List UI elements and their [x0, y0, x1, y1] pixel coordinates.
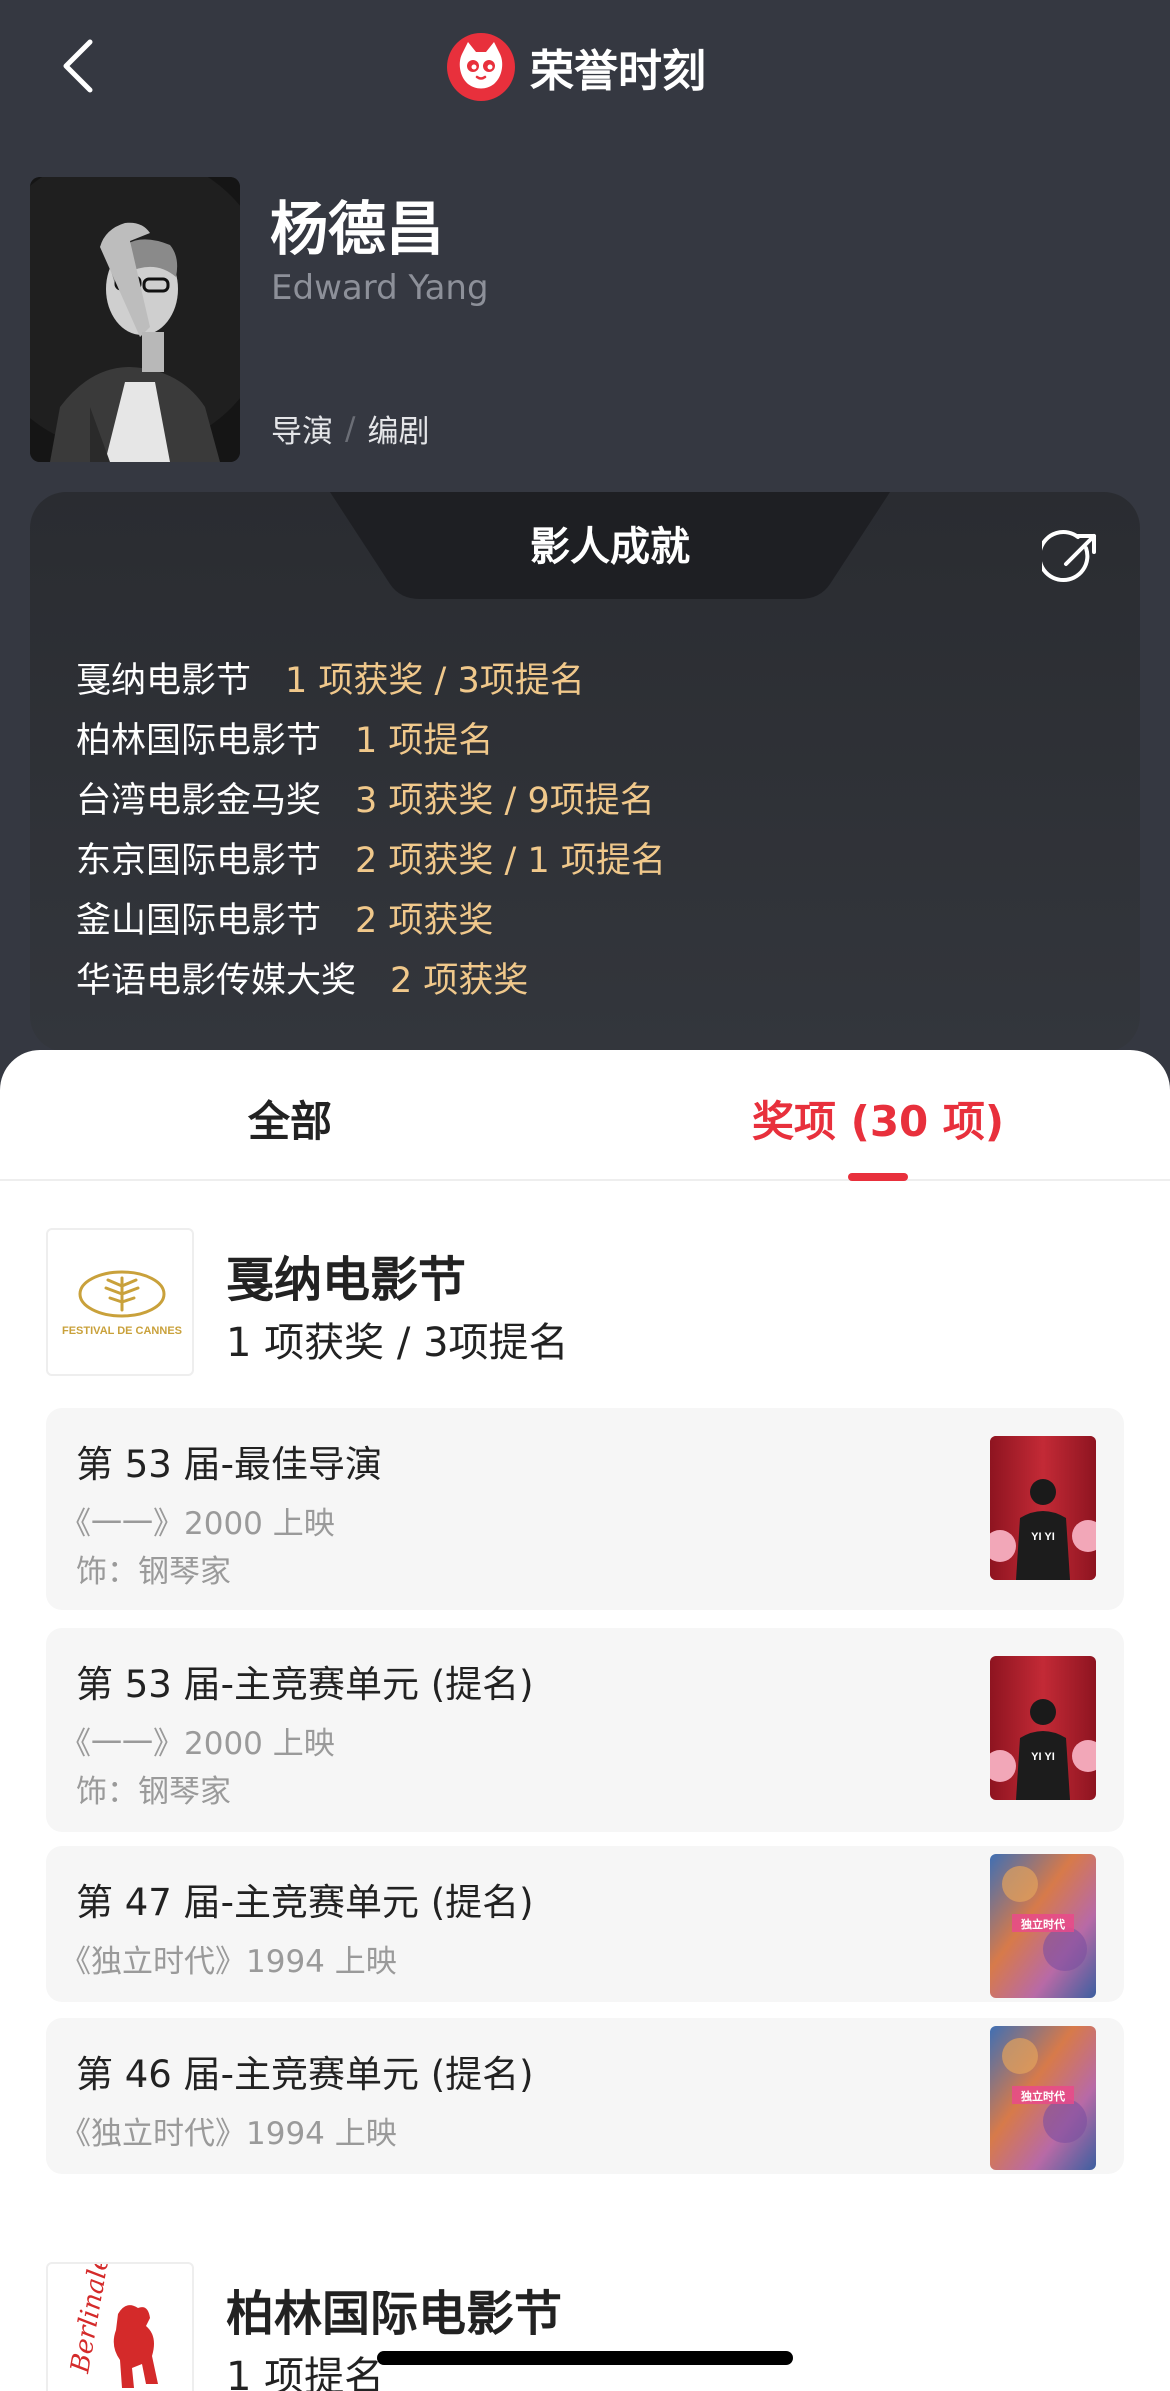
film-poster-confucian-confusion[interactable]: 独立时代 — [990, 1854, 1096, 1998]
achievement-stat: 2 项获奖 — [390, 960, 529, 1001]
berlinale-logo-text: Berlinale — [65, 2264, 115, 2376]
active-tab-indicator — [848, 1173, 908, 1181]
berlinale-logo: Berlinale — [46, 2262, 194, 2391]
achievement-festival: 东京国际电影节 — [76, 840, 322, 881]
awards-sheet: 全部 奖项 (30 项) FESTIVAL DE CANNES 戛纳电影节 1 … — [0, 1050, 1170, 2391]
award-item[interactable]: 第 53 届-主竞赛单元 (提名) 《一一》2000 上映 饰：钢琴家 YI Y… — [46, 1628, 1124, 1832]
achievement-row: 柏林国际电影节 1 项提名 — [76, 707, 666, 767]
award-title: 第 47 届-主竞赛单元 (提名) — [76, 1881, 534, 1924]
festival-header[interactable]: FESTIVAL DE CANNES 戛纳电影节 1 项获奖 / 3项提名 — [46, 1228, 1126, 1378]
achievement-row: 华语电影传媒大奖 2 项获奖 — [76, 947, 666, 1007]
achievement-festival: 釜山国际电影节 — [76, 900, 322, 941]
role-separator: / — [345, 410, 356, 447]
share-button[interactable] — [1037, 528, 1102, 588]
achievement-stat: 1 项获奖 / 3项提名 — [285, 660, 585, 701]
festival-header[interactable]: Berlinale 柏林国际电影节 1 项提名 — [46, 2262, 1126, 2391]
award-film: 《一一》2000 上映 — [60, 1726, 335, 1762]
profile-header: 荣誉时刻 杨德昌 Edward Yang 导演 / 编剧 影人成就 戛纳电影节 … — [0, 0, 1170, 1100]
award-title: 第 53 届-主竞赛单元 (提名) — [76, 1663, 534, 1706]
poster-title: 独立时代 — [1020, 2089, 1065, 2103]
page-title: 荣誉时刻 — [530, 46, 706, 97]
poster-title: 独立时代 — [1020, 1917, 1065, 1931]
achievement-festival: 华语电影传媒大奖 — [76, 960, 357, 1001]
achievement-stat: 1 项提名 — [355, 720, 494, 761]
home-indicator[interactable] — [377, 2351, 793, 2365]
back-button[interactable] — [52, 36, 112, 96]
achievement-stat: 2 项获奖 / 1 项提名 — [355, 840, 666, 881]
festival-stat: 1 项提名 — [226, 2354, 385, 2391]
achievement-festival: 戛纳电影节 — [76, 660, 252, 701]
cannes-logo-text: FESTIVAL DE CANNES — [62, 1325, 182, 1337]
festival-stat: 1 项获奖 / 3项提名 — [226, 1320, 569, 1366]
maoyan-cat-logo-icon — [447, 33, 515, 101]
brand: 荣誉时刻 — [446, 32, 706, 102]
award-film: 《独立时代》1994 上映 — [60, 2116, 397, 2152]
film-poster-confucian-confusion[interactable]: 独立时代 — [990, 2026, 1096, 2170]
poster-title: YI YI — [1031, 1531, 1055, 1543]
avatar — [30, 177, 240, 462]
poster-title: YI YI — [1031, 1751, 1055, 1763]
achievement-festival: 柏林国际电影节 — [76, 720, 322, 761]
role-director: 导演 — [271, 414, 333, 450]
tab-all[interactable]: 全部 — [248, 1088, 332, 1149]
award-title: 第 46 届-主竞赛单元 (提名) — [76, 2053, 534, 2096]
person-roles: 导演 / 编剧 — [271, 406, 429, 451]
achievement-row: 台湾电影金马奖 3 项获奖 / 9项提名 — [76, 767, 666, 827]
film-poster-yiyi[interactable]: YI YI — [990, 1436, 1096, 1580]
cannes-logo: FESTIVAL DE CANNES — [46, 1228, 194, 1376]
achievements-list: 戛纳电影节 1 项获奖 / 3项提名 柏林国际电影节 1 项提名 台湾电影金马奖… — [76, 647, 666, 1007]
achievements-card: 影人成就 戛纳电影节 1 项获奖 / 3项提名 柏林国际电影节 1 项提名 台湾… — [30, 492, 1140, 1052]
award-role: 饰：钢琴家 — [76, 1554, 231, 1590]
achievement-row: 釜山国际电影节 2 项获奖 — [76, 887, 666, 947]
festival-name: 柏林国际电影节 — [226, 2286, 563, 2342]
achievement-row: 东京国际电影节 2 项获奖 / 1 项提名 — [76, 827, 666, 887]
person-name: 杨德昌 — [270, 195, 445, 263]
achievement-row: 戛纳电影节 1 项获奖 / 3项提名 — [76, 647, 666, 707]
person-name-english: Edward Yang — [271, 268, 489, 308]
tab-bar: 全部 奖项 (30 项) — [0, 1050, 1170, 1181]
award-film: 《一一》2000 上映 — [60, 1506, 335, 1542]
award-item[interactable]: 第 47 届-主竞赛单元 (提名) 《独立时代》1994 上映 独立时代 — [46, 1846, 1124, 2002]
award-title: 第 53 届-最佳导演 — [76, 1443, 382, 1486]
film-poster-yiyi[interactable]: YI YI — [990, 1656, 1096, 1800]
tab-awards[interactable]: 奖项 (30 项) — [752, 1088, 1004, 1149]
award-role: 饰：钢琴家 — [76, 1774, 231, 1810]
share-arrow-icon — [1037, 530, 1096, 582]
award-item[interactable]: 第 53 届-最佳导演 《一一》2000 上映 饰：钢琴家 YI YI — [46, 1408, 1124, 1610]
award-film: 《独立时代》1994 上映 — [60, 1944, 397, 1980]
achievements-title: 影人成就 — [530, 524, 690, 570]
achievement-stat: 2 项获奖 — [355, 900, 494, 941]
chevron-left-icon — [63, 39, 93, 93]
festival-name: 戛纳电影节 — [226, 1252, 467, 1308]
award-item[interactable]: 第 46 届-主竞赛单元 (提名) 《独立时代》1994 上映 独立时代 — [46, 2018, 1124, 2174]
achievement-festival: 台湾电影金马奖 — [76, 780, 322, 821]
achievement-stat: 3 项获奖 / 9项提名 — [355, 780, 655, 821]
role-screenwriter: 编剧 — [367, 414, 430, 450]
